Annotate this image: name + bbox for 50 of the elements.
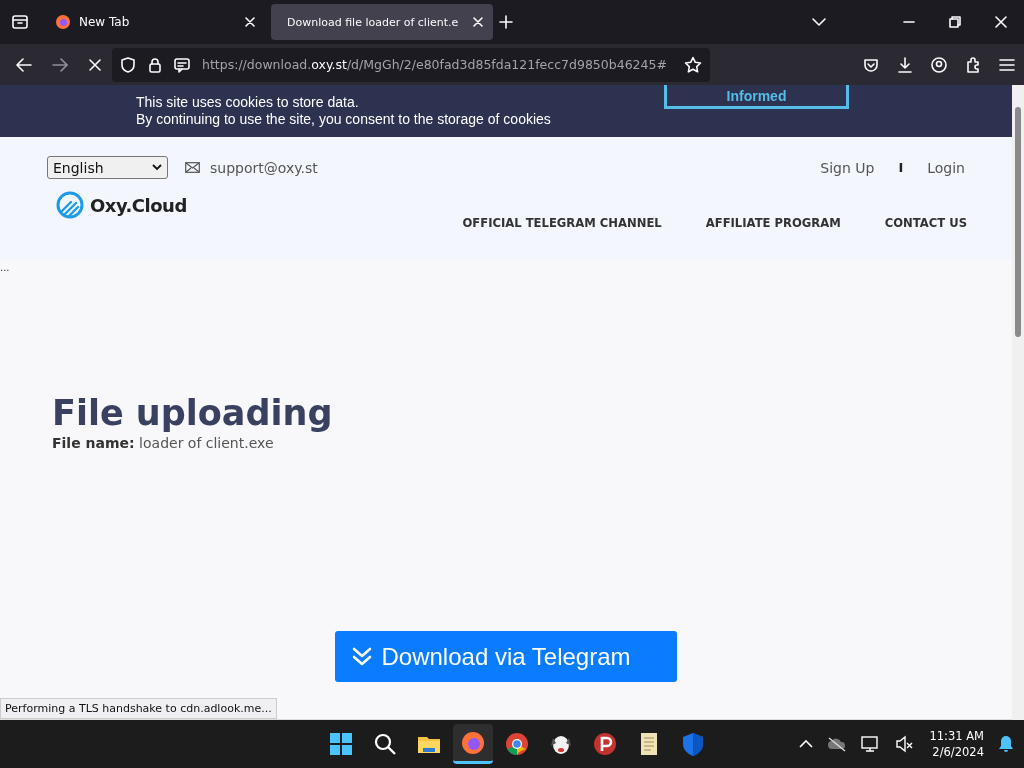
close-icon[interactable] bbox=[473, 17, 483, 27]
status-tooltip: Performing a TLS handshake to cdn.adlook.me... bbox=[0, 698, 277, 719]
cloud-icon[interactable] bbox=[827, 736, 848, 752]
logo-text[interactable]: Oxy.Cloud bbox=[90, 194, 187, 216]
forward-icon[interactable] bbox=[52, 57, 68, 72]
url-text: https://download.oxy.st/d/MgGh/2/e80fad3d85fda121fecc7d9850b46245# bbox=[202, 57, 668, 72]
language-select[interactable]: English bbox=[47, 156, 168, 179]
bell-icon[interactable] bbox=[998, 735, 1014, 753]
mail-icon bbox=[185, 162, 200, 173]
banner-text: By continuing to use the site, you consent to the storage of cookies bbox=[136, 111, 551, 128]
scrollbar-thumb[interactable] bbox=[1015, 107, 1021, 337]
close-icon[interactable] bbox=[245, 17, 255, 27]
cloud-logo-icon[interactable] bbox=[56, 191, 84, 219]
close-icon[interactable] bbox=[995, 16, 1007, 28]
separator-text: I bbox=[898, 160, 904, 175]
chevron-down-icon[interactable] bbox=[812, 17, 826, 27]
lock-icon[interactable] bbox=[148, 56, 162, 73]
scrollbar[interactable] bbox=[1012, 85, 1024, 720]
browser-tab[interactable]: Download file loader of client.e bbox=[271, 4, 493, 40]
ellipsis-text: ... bbox=[0, 262, 10, 273]
clock[interactable]: 11:31 AM 2/6/2024 bbox=[929, 728, 984, 760]
file-name-text: File name: loader of client.exe bbox=[52, 435, 275, 451]
email-link[interactable]: support@oxy.st bbox=[210, 159, 318, 176]
download-button[interactable]: Download via Telegram bbox=[334, 631, 677, 682]
nav-link[interactable]: AFFILIATE PROGRAM bbox=[705, 216, 841, 230]
account-icon[interactable] bbox=[931, 56, 947, 73]
address-bar[interactable]: https://download.oxy.st/d/MgGh/2/e80fad3d85fda121fecc7d9850b46245# bbox=[112, 47, 710, 82]
menu-icon[interactable] bbox=[999, 57, 1015, 72]
caret-icon bbox=[152, 164, 162, 171]
browser-tab[interactable]: New Tab bbox=[43, 4, 265, 40]
nav-link[interactable]: OFFICIAL TELEGRAM CHANNEL bbox=[462, 216, 662, 230]
new-tab-icon[interactable] bbox=[499, 15, 513, 29]
back-icon[interactable] bbox=[16, 57, 32, 72]
tab-list-icon[interactable] bbox=[11, 13, 29, 31]
banner-text: This site uses cookies to store data. bbox=[136, 94, 360, 111]
download-icon[interactable] bbox=[897, 56, 913, 73]
browser-logo-icon bbox=[55, 14, 71, 30]
nav-link[interactable]: CONTACT US bbox=[884, 216, 967, 230]
restore-icon[interactable] bbox=[949, 16, 961, 28]
login-link[interactable]: Login bbox=[927, 159, 965, 176]
start-icon[interactable] bbox=[327, 730, 355, 758]
extensions-icon[interactable] bbox=[965, 56, 981, 73]
star-icon[interactable] bbox=[684, 55, 702, 74]
chevron-up-icon[interactable] bbox=[799, 739, 814, 749]
double-chevron-icon bbox=[351, 646, 372, 667]
informed-button[interactable]: Informed bbox=[664, 85, 849, 109]
sign-up-link[interactable]: Sign Up bbox=[820, 159, 875, 176]
stop-icon[interactable] bbox=[88, 57, 102, 72]
page-title: File uploading bbox=[52, 393, 334, 433]
shield-icon[interactable] bbox=[120, 56, 136, 73]
